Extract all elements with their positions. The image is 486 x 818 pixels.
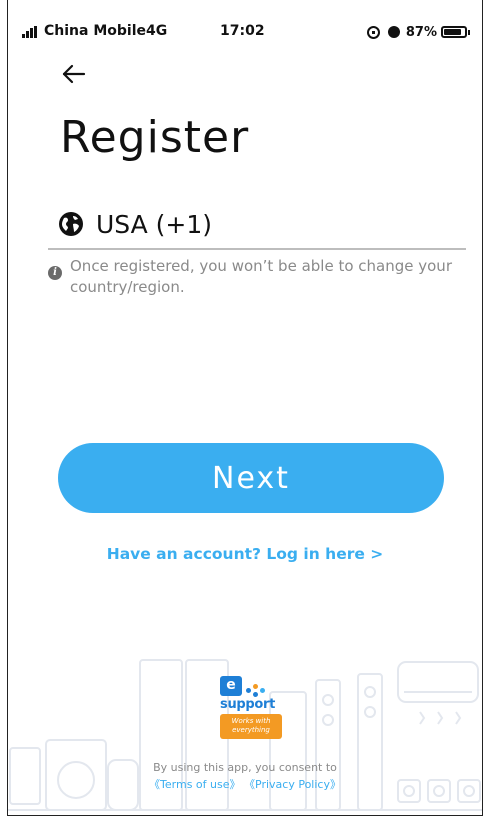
signal-strength-icon — [22, 26, 40, 38]
battery-level-fill — [444, 29, 462, 35]
terms-of-use-link[interactable]: 《Terms of use》 — [149, 778, 240, 791]
info-icon: i — [48, 266, 62, 280]
country-region-selector[interactable]: USA (+1) — [58, 206, 466, 242]
carrier-name: China Mobile4G — [44, 23, 168, 39]
battery-cap — [468, 29, 470, 35]
globe-icon — [59, 212, 83, 236]
logo-mark: e — [220, 676, 242, 696]
privacy-policy-link[interactable]: 《Privacy Policy》 — [244, 778, 341, 791]
rotation-lock-icon — [366, 25, 380, 39]
battery-icon — [441, 26, 467, 38]
esupport-logo: e support Works with everything — [220, 676, 284, 739]
arrow-left-icon — [62, 64, 86, 84]
region-change-note: Once registered, you won’t be able to ch… — [70, 257, 452, 296]
legal-links: 《Terms of use》 《Privacy Policy》 — [8, 776, 482, 792]
page-title: Register — [60, 112, 250, 163]
status-indicators: 87% — [366, 22, 470, 42]
next-button[interactable]: Next — [58, 443, 444, 513]
login-link[interactable]: Have an account? Log in here > — [8, 545, 482, 563]
battery-percent: 87% — [405, 24, 437, 40]
status-time: 17:02 — [220, 23, 265, 39]
phone-screen: China Mobile4G 17:02 87% Register USA (+… — [7, 0, 483, 816]
alarm-icon — [387, 26, 400, 38]
logo-dots — [246, 682, 268, 698]
region-label: USA (+1) — [96, 209, 213, 239]
logo-tagline-badge: Works with everything — [220, 714, 282, 739]
consent-text: By using this app, you consent to — [153, 761, 337, 774]
back-button[interactable] — [60, 60, 88, 88]
input-underline — [48, 248, 466, 250]
logo-wordmark: support — [220, 697, 276, 712]
status-bar: China Mobile4G 17:02 87% — [8, 0, 482, 52]
